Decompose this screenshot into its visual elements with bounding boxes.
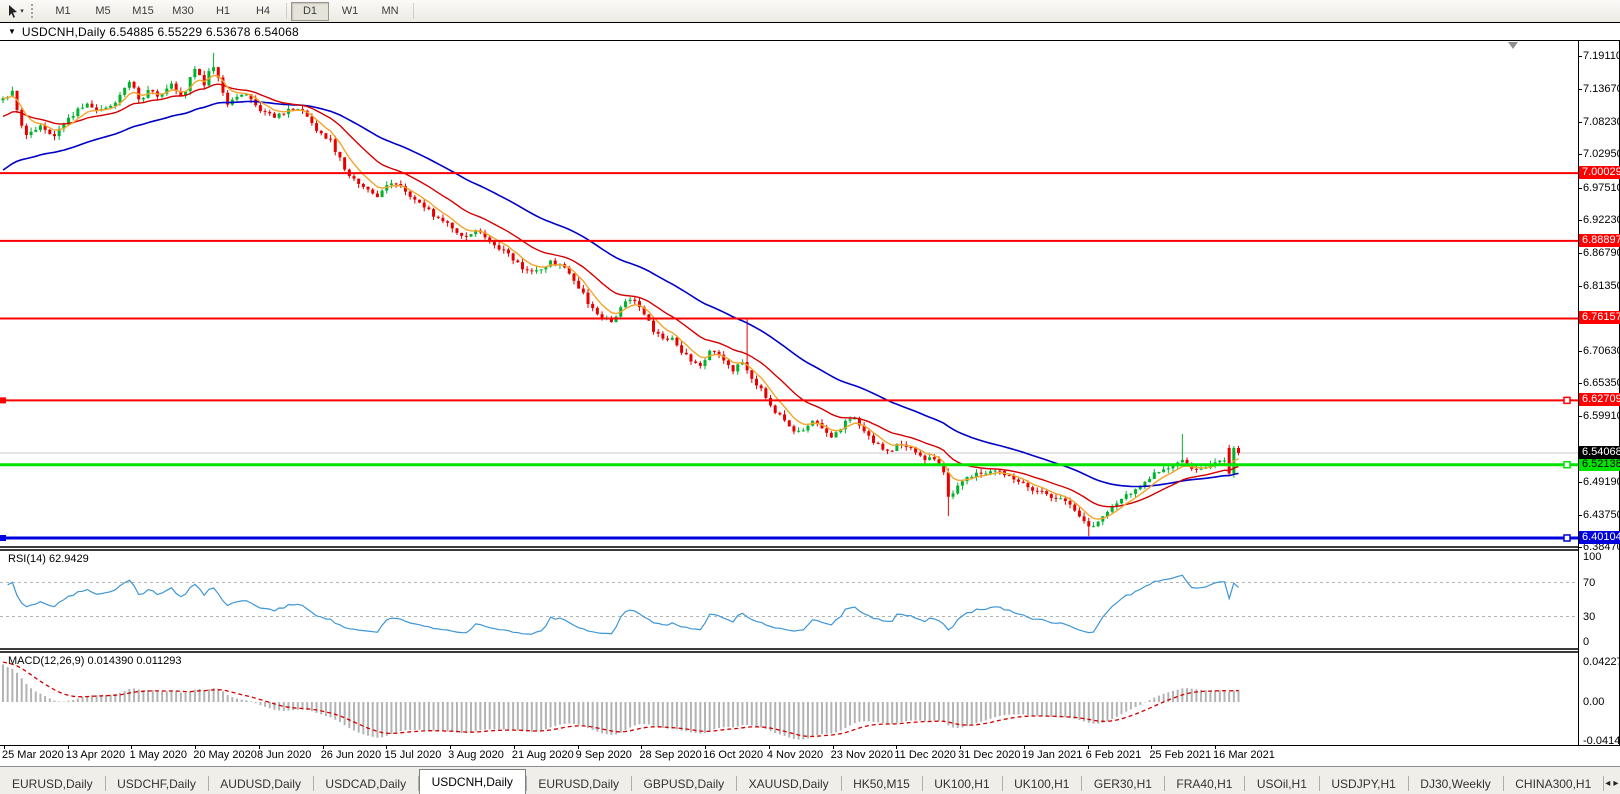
- price-axis-tick: 6.49190: [1579, 476, 1620, 488]
- dropdown-caret-icon: ▾: [20, 8, 24, 15]
- time-axis-label: 8 Jun 2020: [256, 746, 312, 761]
- rsi-axis-tick: 70: [1583, 576, 1596, 589]
- price-axis-tick: 7.08230: [1579, 116, 1620, 128]
- price-axis-tick: 7.02950: [1579, 148, 1620, 160]
- time-axis-label: 31 Dec 2020: [958, 746, 1021, 761]
- tab-china300-h1[interactable]: CHINA300,H1: [1503, 773, 1603, 794]
- time-axis-label: 20 May 2020: [193, 746, 257, 761]
- timeframe-button-h1[interactable]: H1: [204, 2, 242, 21]
- tab-eurusd-daily[interactable]: EURUSD,Daily: [526, 773, 631, 794]
- price-axis-tick: 6.86790: [1579, 247, 1620, 259]
- mt4-terminal: ▾ M1 M5 M15 M30 H1 H4 D1 W1 MN ▼ USDCNH,Daily 6.…: [0, 0, 1620, 794]
- time-axis-label: 11 Dec 2020: [894, 746, 956, 761]
- price-axis-tick: 6.92230: [1579, 214, 1620, 226]
- tab-ger30-h1[interactable]: GER30,H1: [1082, 773, 1164, 794]
- time-axis-label: 4 Nov 2020: [766, 746, 824, 761]
- macd-indicator-pane[interactable]: [0, 653, 1578, 745]
- tab-usdchf-daily[interactable]: USDCHF,Daily: [105, 773, 208, 794]
- price-chart-pane[interactable]: [0, 41, 1578, 546]
- tab-usdcnh-daily[interactable]: USDCNH,Daily: [418, 769, 526, 794]
- time-axis-label: 25 Mar 2020: [2, 746, 64, 761]
- time-axis-label: 25 Feb 2021: [1149, 746, 1212, 761]
- tab-usdcad-daily[interactable]: USDCAD,Daily: [313, 773, 418, 794]
- rsi-axis-tick: 0: [1583, 636, 1590, 648]
- chart-shift-marker: [1508, 42, 1518, 49]
- time-axis-label: 6 Feb 2021: [1085, 746, 1142, 761]
- rsi-label: RSI(14) 62.9429: [8, 553, 89, 565]
- tabs-scroll-right-button[interactable]: ▸: [1612, 773, 1620, 794]
- timeframe-toolbar: M1 M5 M15 M30 H1 H4 D1 W1 MN: [43, 1, 417, 21]
- hline-price-tag: 6.88897: [1579, 233, 1620, 247]
- hline-price-tag: 6.40104: [1579, 530, 1620, 544]
- hline-price-tag: 7.00029: [1579, 166, 1620, 180]
- tab-gbpusd-daily[interactable]: GBPUSD,Daily: [632, 773, 737, 794]
- tab-hk50-m15[interactable]: HK50,M15: [841, 773, 922, 794]
- timeframe-button-m1[interactable]: M1: [44, 2, 82, 21]
- price-axis-tick: 7.19110: [1579, 50, 1620, 62]
- tab-eurusd-daily[interactable]: EURUSD,Daily: [0, 773, 105, 794]
- current-price-tag: 6.54068: [1579, 445, 1620, 459]
- time-axis-label: 19 Jan 2021: [1021, 746, 1083, 761]
- tab-usoil-h1[interactable]: USOil,H1: [1245, 773, 1319, 794]
- tab-fra40-h1[interactable]: FRA40,H1: [1164, 773, 1244, 794]
- time-axis-label: 15 Jul 2020: [384, 746, 442, 761]
- toolbar-grip[interactable]: [31, 4, 38, 18]
- time-axis[interactable]: 25 Mar 2020 13 Apr 2020 1 May 2020 20 May 2…: [0, 746, 1620, 766]
- chart-title: USDCNH,Daily 6.54885 6.55229 6.53678 6.5…: [21, 24, 299, 39]
- price-axis-tick: 6.81350: [1579, 280, 1620, 292]
- timeframe-button-w1[interactable]: W1: [331, 2, 369, 21]
- time-axis-label: 28 Sep 2020: [639, 746, 702, 761]
- macd-axis-tick: 0.00: [1583, 696, 1605, 708]
- toolbar-divider: [413, 3, 414, 19]
- hline-price-tag: 6.76157: [1579, 311, 1620, 325]
- timeframe-button-m5[interactable]: M5: [84, 2, 122, 21]
- time-axis-label: 23 Nov 2020: [830, 746, 893, 761]
- timeframe-button-h4[interactable]: H4: [244, 2, 282, 21]
- price-axis-tick: 7.13670: [1579, 83, 1620, 95]
- chart-titlebar: ▼ USDCNH,Daily 6.54885 6.55229 6.53678 6…: [0, 23, 1620, 41]
- price-axis-tick: 6.65350: [1579, 377, 1620, 389]
- hline-price-tag: 6.52138: [1579, 457, 1620, 471]
- time-axis-label: 9 Sep 2020: [575, 746, 632, 761]
- rsi-axis-tick: 30: [1583, 610, 1596, 623]
- tab-dj30-weekly[interactable]: DJ30,Weekly: [1408, 773, 1502, 794]
- tab-uk100-h1[interactable]: UK100,H1: [922, 773, 1001, 794]
- tab-uk100-h1[interactable]: UK100,H1: [1002, 773, 1081, 794]
- price-axis-tick: 6.59910: [1579, 410, 1620, 422]
- tab-audusd-daily[interactable]: AUDUSD,Daily: [208, 773, 313, 794]
- rsi-indicator-pane[interactable]: [0, 551, 1578, 648]
- price-axis-tick: 6.97510: [1579, 182, 1620, 194]
- time-axis-label: 16 Mar 2021: [1213, 746, 1275, 761]
- macd-axis-tick: 0.042275: [1583, 656, 1620, 669]
- top-toolbar: ▾ M1 M5 M15 M30 H1 H4 D1 W1 MN: [0, 0, 1620, 23]
- time-axis-label: 3 Aug 2020: [448, 746, 504, 761]
- time-axis-label: 26 Jun 2020: [320, 746, 382, 761]
- collapse-triangle-icon[interactable]: ▼: [8, 27, 16, 36]
- time-axis-label: 21 Aug 2020: [511, 746, 574, 761]
- macd-label: MACD(12,26,9) 0.014390 0.011293: [8, 655, 182, 667]
- time-axis-label: 1 May 2020: [129, 746, 187, 761]
- hline-price-tag: 6.62709: [1579, 393, 1620, 407]
- timeframe-button-d1[interactable]: D1: [291, 1, 329, 21]
- time-axis-label: 13 Apr 2020: [65, 746, 126, 761]
- toolbar-divider: [286, 3, 287, 19]
- time-axis-label: 16 Oct 2020: [703, 746, 764, 761]
- cursor-tool-button[interactable]: ▾: [2, 2, 28, 20]
- tab-xauusd-daily[interactable]: XAUUSD,Daily: [737, 773, 841, 794]
- timeframe-button-m30[interactable]: M30: [164, 2, 202, 21]
- tabs-scroll-left-button[interactable]: ◂: [1604, 773, 1612, 794]
- price-axis-tick: 6.43750: [1579, 509, 1620, 521]
- price-axis-tick: 6.70630: [1579, 345, 1620, 357]
- rsi-axis-tick: 100: [1583, 551, 1602, 563]
- timeframe-button-m15[interactable]: M15: [124, 2, 162, 21]
- timeframe-button-mn[interactable]: MN: [371, 2, 409, 21]
- chart-tabs-bar: EURUSD,Daily USDCHF,Daily AUDUSD,Daily USDC…: [0, 766, 1620, 794]
- tab-usdjpy-h1[interactable]: USDJPY,H1: [1319, 773, 1407, 794]
- macd-axis-tick: -0.04148: [1583, 735, 1620, 748]
- cursor-icon: [9, 5, 18, 18]
